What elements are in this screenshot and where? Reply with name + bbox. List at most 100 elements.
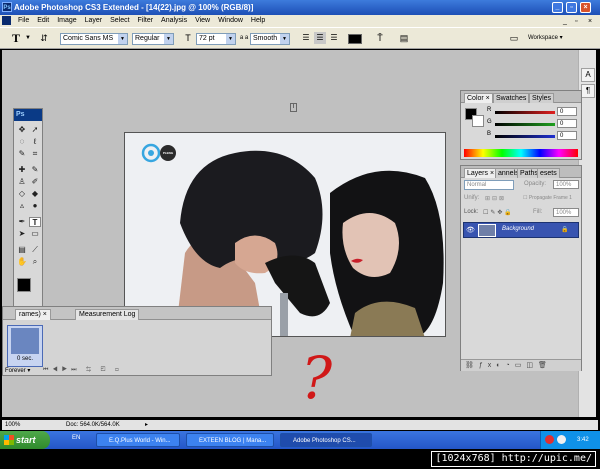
animation-frame-1[interactable]: 0 sec.	[7, 325, 43, 367]
playback-controls[interactable]: ⏮◀▶⏭ ⇆ ◰ ◻	[43, 367, 123, 374]
tray-app-icon[interactable]	[545, 435, 554, 444]
stamp-icon[interactable]: ♙	[16, 177, 28, 187]
blend-mode-select[interactable]: Normal	[464, 180, 514, 190]
layer-row-background[interactable]: 👁 Background 🔒	[463, 222, 579, 238]
eraser-icon[interactable]: ◇	[16, 189, 28, 199]
path-select-icon[interactable]: ➤	[16, 229, 28, 239]
opacity-value[interactable]: 100%	[553, 180, 579, 189]
task-eq-plus-world[interactable]: E.Q.Plus World - Win...	[96, 433, 180, 447]
workspace-label: Workspace	[528, 35, 558, 41]
lock-label: Lock:	[464, 209, 479, 215]
close-button[interactable]: ×	[580, 2, 591, 13]
channel-b-value[interactable]: 0	[557, 131, 577, 140]
menu-image[interactable]: Image	[54, 15, 79, 27]
palettes-toggle-icon[interactable]: ▤	[398, 32, 410, 44]
tab-presets[interactable]: esets	[537, 168, 560, 178]
warp-text-icon[interactable]: Ť	[374, 32, 386, 44]
align-center-icon[interactable]: ☰	[314, 32, 326, 44]
antialias-select[interactable]: Smooth ▼	[250, 33, 290, 45]
lock-icons[interactable]: ☐✎✥🔒	[483, 209, 514, 216]
menu-file[interactable]: File	[15, 15, 32, 27]
text-orientation-icon[interactable]: ⇵	[38, 32, 50, 44]
tab-styles[interactable]: Styles	[529, 93, 555, 103]
antialias-label: a a	[239, 35, 249, 41]
dodge-icon[interactable]: ●	[29, 201, 41, 211]
brush-icon[interactable]: ✎	[29, 165, 41, 175]
text-color-swatch[interactable]	[348, 34, 362, 44]
arrow-icon[interactable]: ➚	[29, 125, 41, 135]
hand-icon[interactable]: ✋	[16, 257, 28, 267]
font-family-select[interactable]: Comic Sans MS ▼	[60, 33, 128, 45]
unify-icons[interactable]: ⊞⊟⊠	[485, 195, 506, 202]
type-icon[interactable]: T	[29, 217, 41, 227]
title-bar: Ps Adobe Photoshop CS3 Extended - [14(22…	[0, 0, 600, 15]
tab-color[interactable]: Color ×	[464, 93, 493, 103]
layers-footer-icons[interactable]: ⛓ƒx◐◔▭◫🗑	[461, 359, 581, 371]
chevron-down-icon: ▼	[280, 34, 289, 44]
quick-select-icon[interactable]: ✎	[16, 149, 28, 159]
tab-paths-label: Paths	[520, 170, 538, 177]
maximize-button[interactable]: ▫	[566, 2, 577, 13]
tab-layers[interactable]: Layers ×	[464, 168, 498, 178]
align-right-icon[interactable]: ☰	[328, 32, 340, 44]
propagate-checkbox[interactable]: ☐ Propagate Frame 1	[523, 195, 572, 201]
channel-g-value[interactable]: 0	[557, 119, 577, 128]
heal-icon[interactable]: ✚	[16, 165, 28, 175]
tab-measurement-log[interactable]: Measurement Log	[75, 309, 140, 320]
workspace-menu[interactable]: Workspace ▾	[528, 33, 578, 45]
menu-window[interactable]: Window	[215, 15, 246, 27]
zoom-icon[interactable]: ⌕	[29, 257, 41, 267]
channel-r-slider[interactable]	[495, 111, 555, 114]
menu-analysis[interactable]: Analysis	[158, 15, 190, 27]
paragraph-panel-icon[interactable]: ¶	[581, 84, 595, 98]
start-button[interactable]: start	[0, 431, 50, 449]
pen-icon[interactable]: ✒	[16, 217, 28, 227]
frame-delay[interactable]: 0 sec.	[8, 356, 42, 362]
lasso-icon[interactable]: ℓ	[29, 137, 41, 147]
eyedropper-icon[interactable]: ⟋	[29, 245, 41, 255]
color-spectrum-ramp[interactable]	[464, 149, 578, 157]
move-icon[interactable]: ✥	[16, 125, 28, 135]
task-photoshop[interactable]: Adobe Photoshop CS...	[280, 433, 372, 447]
background-color-swatch[interactable]	[472, 115, 484, 127]
menu-edit[interactable]: Edit	[34, 15, 52, 27]
menu-select[interactable]: Select	[107, 15, 132, 27]
align-left-icon[interactable]: ☰	[300, 32, 312, 44]
type-tool-icon[interactable]: T	[10, 32, 22, 44]
shape-icon[interactable]: ▭	[29, 229, 41, 239]
animation-panel: rames) × Measurement Log 0 sec. Forever …	[2, 306, 272, 376]
menu-filter[interactable]: Filter	[135, 15, 157, 27]
bucket-icon[interactable]: ◆	[29, 189, 41, 199]
menu-view[interactable]: View	[192, 15, 213, 27]
loop-select[interactable]: Forever ▾	[5, 367, 30, 374]
marquee-icon[interactable]: ◌	[16, 137, 28, 147]
font-style-value: Regular	[135, 35, 160, 42]
foreground-color-swatch[interactable]	[17, 278, 31, 292]
tray-volume-icon[interactable]	[557, 435, 566, 444]
font-style-select[interactable]: Regular ▼	[132, 33, 174, 45]
start-label: start	[16, 435, 36, 445]
channel-b-slider[interactable]	[495, 135, 555, 138]
channel-r-value[interactable]: 0	[557, 107, 577, 116]
menu-help[interactable]: Help	[248, 15, 268, 27]
tab-animation[interactable]: rames) ×	[15, 309, 51, 320]
channel-g-slider[interactable]	[495, 123, 555, 126]
menu-layer[interactable]: Layer	[82, 15, 106, 27]
minimize-button[interactable]: _	[552, 2, 563, 13]
blur-icon[interactable]: ▵	[16, 201, 28, 211]
task-exteen-blog[interactable]: EXTEEN BLOG | Mana...	[186, 433, 274, 447]
crop-icon[interactable]: ⌗	[29, 149, 41, 159]
zoom-level[interactable]: 100%	[5, 420, 20, 430]
fill-value[interactable]: 100%	[553, 208, 579, 217]
character-panel-icon[interactable]: A	[581, 68, 595, 82]
status-arrow-icon[interactable]: ▸	[145, 420, 148, 430]
tab-swatches[interactable]: Swatches	[493, 93, 530, 103]
eye-icon[interactable]: 👁	[466, 226, 475, 234]
font-size-select[interactable]: 72 pt ▼	[196, 33, 236, 45]
tool-preset-dropdown-icon[interactable]: ▼	[22, 32, 34, 44]
notes-icon[interactable]: ▤	[16, 245, 28, 255]
language-indicator[interactable]: EN	[72, 435, 80, 441]
loop-value: Forever	[5, 368, 26, 374]
photo-logo-text: PLENG	[162, 151, 174, 155]
history-brush-icon[interactable]: ✐	[29, 177, 41, 187]
